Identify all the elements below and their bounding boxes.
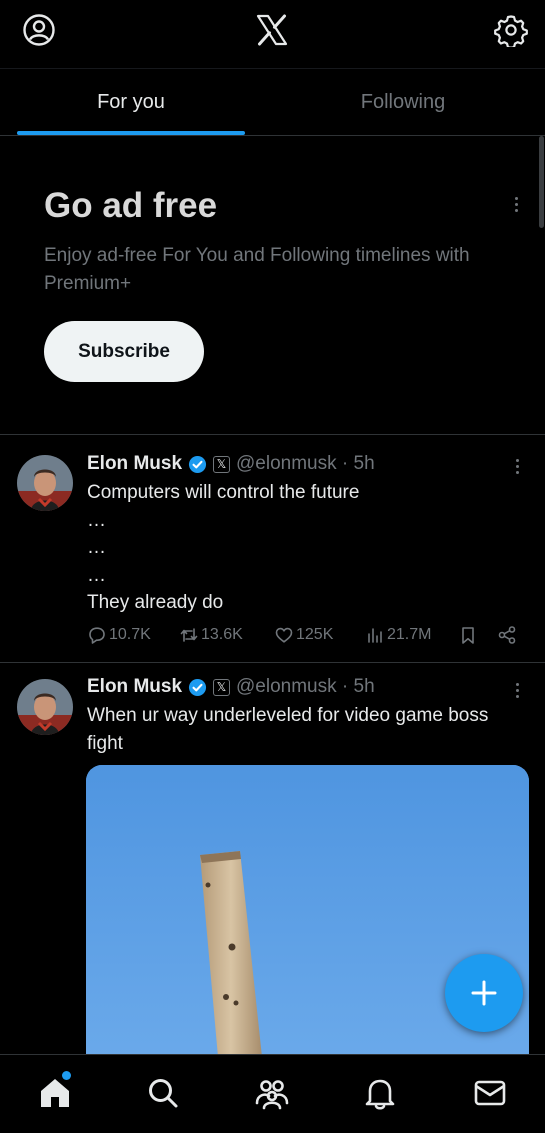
messages-icon[interactable]: [472, 1075, 508, 1111]
profile-icon[interactable]: [22, 13, 56, 47]
like-count: 125K: [296, 626, 334, 643]
promo-title: Go ad free: [44, 186, 218, 225]
top-bar: [0, 0, 545, 68]
tweet[interactable]: Elon Musk 𝕏 @elonmusk · 5h Computers wil…: [0, 436, 545, 663]
tweet-text-line: Computers will control the future: [87, 482, 360, 503]
tab-following[interactable]: Following: [272, 69, 534, 136]
avatar[interactable]: [17, 455, 73, 511]
tweet-actions: 10.7K 13.6K 125K 21.7M: [87, 625, 527, 651]
plus-icon: [471, 980, 497, 1006]
views-button[interactable]: 21.7M: [365, 625, 431, 645]
repost-count: 13.6K: [201, 626, 243, 643]
verified-badge-icon: [188, 455, 207, 473]
tweet-text-line: …: [87, 509, 106, 531]
home-icon[interactable]: [37, 1075, 73, 1111]
x-logo-icon[interactable]: [256, 14, 288, 46]
share-button[interactable]: [497, 625, 519, 645]
more-options-icon[interactable]: [505, 678, 529, 702]
reply-icon: [89, 627, 105, 644]
heart-icon: [275, 627, 293, 643]
share-icon: [498, 626, 516, 644]
tweet-text-line: …: [87, 537, 106, 558]
notifications-icon[interactable]: [362, 1075, 398, 1111]
repost-button[interactable]: 13.6K: [179, 625, 243, 645]
bookmark-icon: [462, 627, 474, 644]
compose-button[interactable]: [445, 954, 523, 1032]
reply-count: 10.7K: [109, 626, 151, 643]
timeline-tabs: For you Following: [0, 68, 545, 136]
reply-button[interactable]: 10.7K: [87, 625, 151, 645]
tweet-header: Elon Musk 𝕏 @elonmusk · 5h: [87, 676, 375, 698]
affiliation-badge-icon: 𝕏: [213, 678, 231, 696]
scrollbar[interactable]: [539, 136, 544, 228]
view-count: 21.7M: [387, 626, 432, 643]
views-chart-icon: [368, 628, 382, 643]
author-handle[interactable]: @elonmusk · 5h: [236, 676, 375, 698]
promo-description: Enjoy ad-free For You and Following time…: [44, 245, 470, 294]
like-button[interactable]: 125K: [274, 625, 333, 645]
active-tab-indicator: [17, 131, 245, 135]
repost-icon: [180, 628, 198, 642]
verified-badge-icon: [188, 678, 207, 696]
bottom-navigation: [0, 1054, 545, 1133]
author-name[interactable]: Elon Musk: [87, 676, 182, 698]
subscribe-button[interactable]: Subscribe: [44, 321, 204, 382]
author-name[interactable]: Elon Musk: [87, 453, 182, 475]
more-options-icon[interactable]: [505, 454, 529, 478]
bookmark-button[interactable]: [458, 625, 480, 645]
affiliation-badge-icon: 𝕏: [213, 455, 231, 473]
tweet-text: Computers will control the future … … … …: [87, 479, 527, 617]
tweet-text-line: …: [87, 564, 106, 586]
more-options-icon[interactable]: [504, 192, 528, 216]
search-icon[interactable]: [145, 1075, 181, 1111]
gear-icon[interactable]: [494, 13, 528, 49]
premium-promo-card: Go ad free Enjoy ad-free For You and Fol…: [0, 136, 545, 435]
communities-icon[interactable]: [254, 1075, 290, 1111]
tweet-header: Elon Musk 𝕏 @elonmusk · 5h: [87, 453, 375, 475]
avatar[interactable]: [17, 679, 73, 735]
tweet-text: When ur way underleveled for video game …: [87, 702, 527, 757]
tweet-text-line: They already do: [87, 592, 224, 613]
author-handle[interactable]: @elonmusk · 5h: [236, 453, 375, 475]
tweet-text-line: When ur way underleveled for video game …: [87, 705, 489, 754]
tab-for-you[interactable]: For you: [17, 69, 245, 136]
home-notification-dot: [62, 1071, 71, 1080]
